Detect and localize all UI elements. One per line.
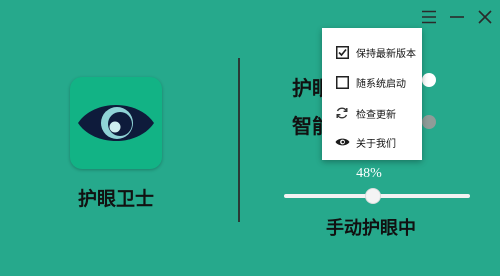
eye-mode-label: 护眼: [292, 76, 326, 100]
slider-thumb[interactable]: [366, 189, 381, 203]
menu-item-label: 检查更新: [356, 109, 396, 121]
menu-item-keep-latest[interactable]: 保持最新版本: [322, 40, 422, 64]
app-logo: [70, 77, 162, 169]
checkbox-unchecked-icon: [334, 74, 350, 90]
menu-icon[interactable]: [420, 8, 438, 26]
menu-item-label: 关于我们: [356, 138, 396, 150]
menu-item-label: 随系统启动: [356, 78, 406, 90]
close-icon[interactable]: [476, 8, 494, 26]
menu-item-label: 保持最新版本: [356, 48, 416, 60]
divider: [238, 58, 240, 222]
settings-menu: 保持最新版本 随系统启动 检查更新 关于我们: [322, 28, 422, 160]
minimize-icon[interactable]: [448, 8, 466, 26]
menu-item-about[interactable]: 关于我们: [322, 130, 422, 154]
app-name: 护眼卫士: [77, 188, 154, 210]
brightness-slider[interactable]: [284, 189, 470, 203]
refresh-icon: [334, 105, 350, 121]
menu-item-autostart[interactable]: 随系统启动: [322, 70, 422, 94]
smart-mode-toggle[interactable]: [422, 115, 436, 129]
eye-mode-toggle[interactable]: [422, 73, 436, 87]
window-controls: [420, 8, 494, 26]
checkbox-checked-icon: [334, 44, 350, 60]
mode-status: 手动护眼中: [326, 218, 416, 239]
smart-mode-label: 智能: [292, 114, 326, 138]
eye-logo-icon: [78, 105, 154, 141]
eye-icon: [334, 134, 350, 150]
brightness-percent: 48%: [356, 166, 382, 181]
menu-item-check-update[interactable]: 检查更新: [322, 101, 422, 125]
